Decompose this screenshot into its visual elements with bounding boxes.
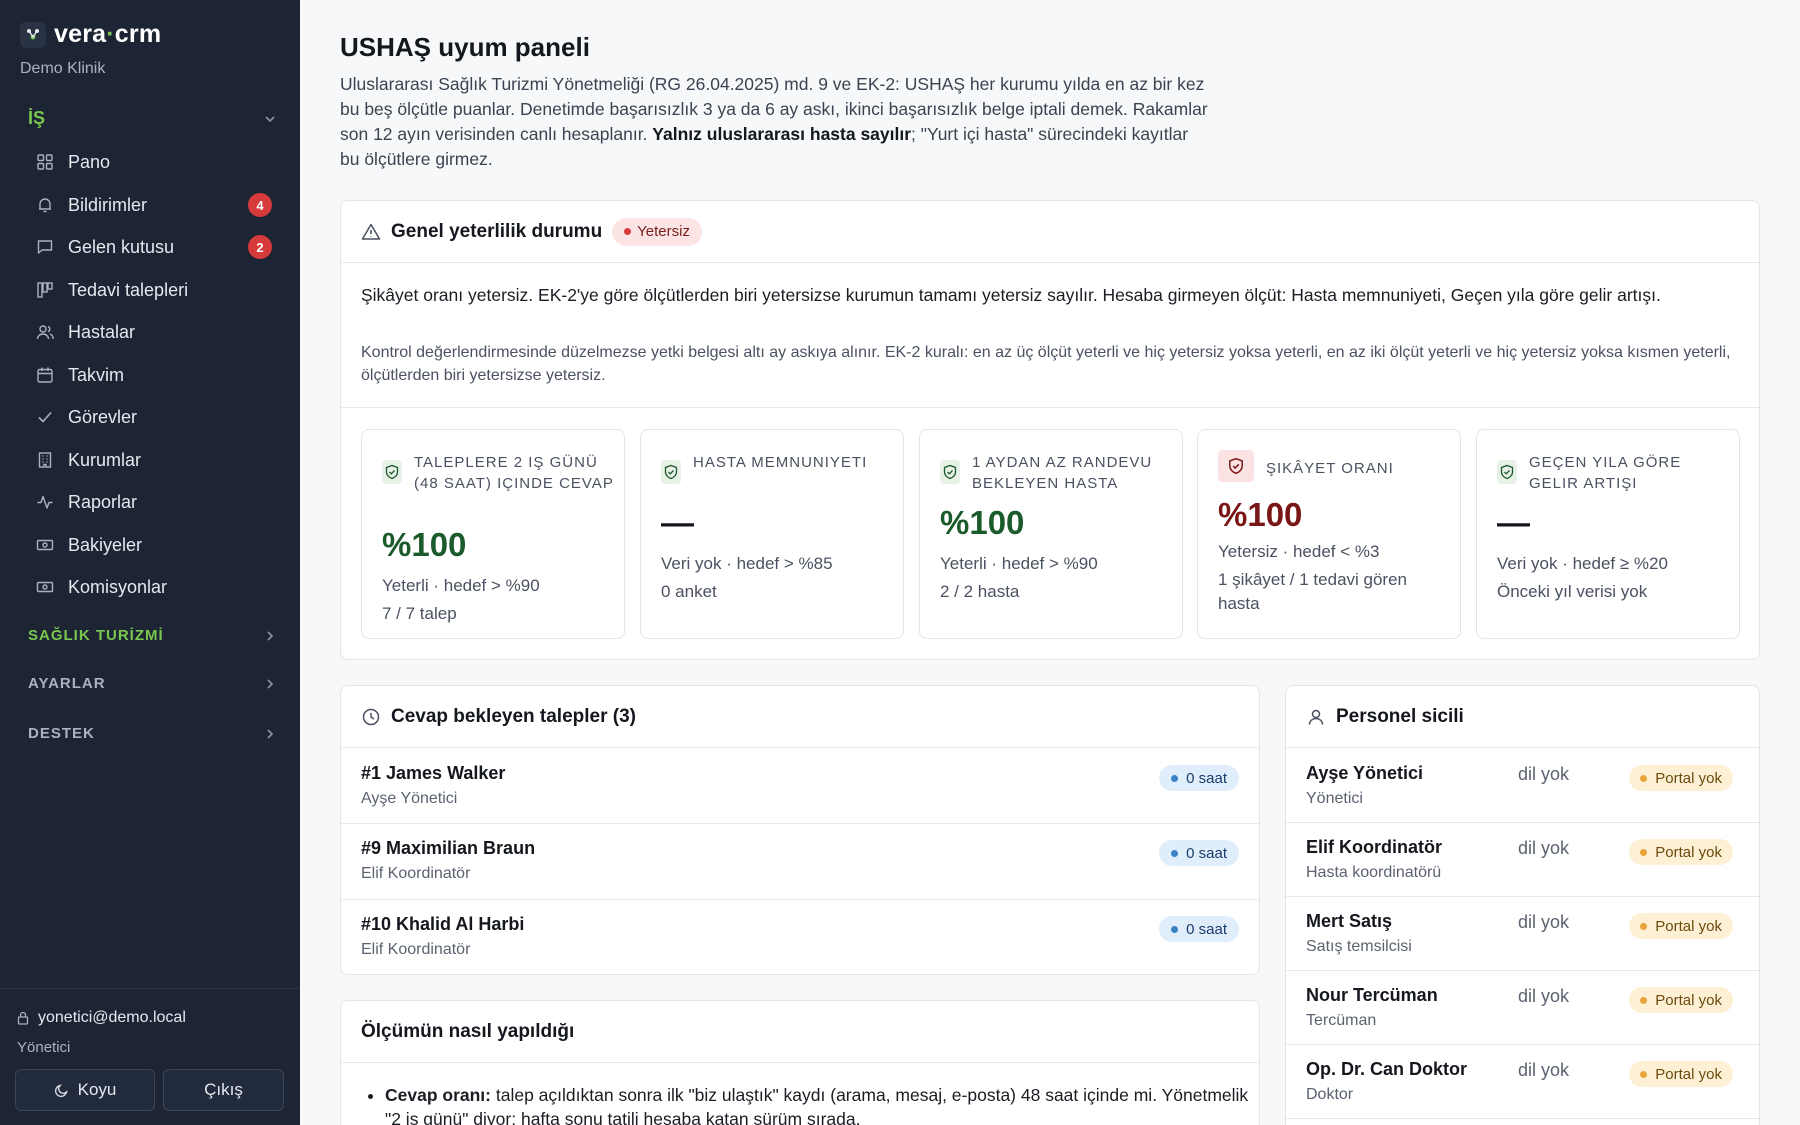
- logout-button[interactable]: Çıkış: [163, 1069, 284, 1111]
- method-card: Ölçümün nasıl yapıldığı Cevap oranı: tal…: [340, 1000, 1260, 1125]
- shield-check-icon: [382, 460, 402, 484]
- metric-card-appointment: 1 aydan az randevu bekleyen hasta %100 Y…: [919, 429, 1183, 639]
- chevron-right-icon: [267, 678, 274, 689]
- sidebar-item-tedavi-talepleri[interactable]: Tedavi talepleri: [28, 272, 276, 308]
- metric-card-satisfaction: Hasta memnuniyeti — Veri yok · hedef > %…: [640, 429, 904, 639]
- cash-icon: [36, 581, 54, 593]
- metric-value: —: [1497, 504, 1530, 541]
- staff-registry-card: Personel sicili Ayşe Yönetici Yönetici d…: [1285, 685, 1760, 1125]
- cash-icon: [36, 539, 54, 551]
- staff-row[interactable]: Op. Dr. Can Doktor Doktor dil yok Portal…: [1286, 1045, 1759, 1119]
- sidebar-item-raporlar[interactable]: Raporlar: [28, 484, 276, 520]
- calendar-icon: [37, 367, 53, 383]
- sidebar-item-takvim[interactable]: Takvim: [28, 357, 276, 393]
- sidebar-item-gorevler[interactable]: Görevler: [28, 399, 276, 435]
- metric-value: %100: [940, 504, 1025, 541]
- page-title: USHAŞ uyum paneli: [340, 32, 590, 62]
- warning-icon: [361, 223, 381, 240]
- building-icon: [38, 452, 52, 468]
- wait-time-badge: 0 saat: [1159, 916, 1239, 942]
- lock-icon: [17, 1011, 29, 1025]
- clock-icon: [362, 708, 380, 725]
- sidebar-footer: yonetici@demo.local Yönetici Koyu Çıkış: [0, 988, 300, 1125]
- portal-status-badge: Portal yok: [1629, 765, 1733, 791]
- brand-name: vera·crm: [54, 20, 162, 48]
- staff-row[interactable]: Nour Tercüman Tercüman dil yok Portal yo…: [1286, 971, 1759, 1045]
- brand[interactable]: vera·crm: [20, 20, 161, 49]
- shield-check-icon: [940, 460, 960, 484]
- status-card-header: Genel yeterlilik durumu Yetersiz: [341, 201, 1759, 263]
- sidebar-item-komisyonlar[interactable]: Komisyonlar: [28, 569, 276, 605]
- notification-count-badge: 4: [248, 193, 272, 217]
- pending-card-header: Cevap bekleyen talepler (3): [341, 686, 1259, 748]
- shield-check-icon: [1497, 460, 1517, 484]
- chevron-down-icon: [265, 115, 275, 122]
- portal-status-badge: Portal yok: [1629, 913, 1733, 939]
- status-main-text: Şikâyet oranı yetersiz. EK-2'ye göre ölç…: [361, 285, 1661, 305]
- logo-icon: [20, 21, 46, 48]
- pending-row[interactable]: #1 James Walker Ayşe Yönetici 0 saat: [341, 749, 1259, 824]
- moon-icon: [54, 1084, 68, 1098]
- pending-row[interactable]: #9 Maximilian Braun Elif Koordinatör 0 s…: [341, 824, 1259, 900]
- user-icon: [1308, 709, 1324, 725]
- portal-status-badge: Portal yok: [1629, 839, 1733, 865]
- divider: [341, 407, 1759, 408]
- group-ayarlar[interactable]: AYARLAR: [28, 675, 276, 692]
- chat-icon: [37, 240, 53, 254]
- group-saglik-turizmi[interactable]: SAĞLIK TURİZMİ: [28, 627, 276, 644]
- user-email: yonetici@demo.local: [16, 1009, 186, 1027]
- sidebar-item-pano[interactable]: Pano: [28, 144, 276, 180]
- pending-requests-card: Cevap bekleyen talepler (3) #1 James Wal…: [340, 685, 1260, 975]
- metric-value: —: [661, 504, 694, 541]
- main-content: USHAŞ uyum paneli Uluslararası Sağlık Tu…: [300, 0, 1800, 1125]
- users-icon: [36, 325, 54, 340]
- status-sub-text: Kontrol değerlendirmesinde düzelmezse ye…: [361, 344, 1731, 384]
- grid-icon: [37, 154, 53, 170]
- sidebar-item-bildirimler[interactable]: Bildirimler 4: [28, 187, 276, 223]
- sidebar-item-kurumlar[interactable]: Kurumlar: [28, 442, 276, 478]
- chevron-right-icon: [267, 728, 274, 739]
- staff-row[interactable]: Elif Koordinatör Hasta koordinatörü dil …: [1286, 823, 1759, 897]
- user-role: Yönetici: [17, 1039, 71, 1056]
- wait-time-badge: 0 saat: [1159, 840, 1239, 866]
- sidebar: vera·crm Demo Klinik İŞ Pano Bildirimler…: [0, 0, 300, 1125]
- check-icon: [38, 411, 52, 423]
- method-card-header: Ölçümün nasıl yapıldığı: [341, 1001, 1259, 1063]
- staff-card-header: Personel sicili: [1286, 686, 1759, 748]
- status-card: Genel yeterlilik durumu Yetersiz Şikâyet…: [340, 200, 1760, 660]
- metric-card-revenue: Geçen yıla göre gelir artışı — Veri yok …: [1476, 429, 1740, 639]
- brand-subtitle: Demo Klinik: [20, 60, 106, 77]
- metric-value: %100: [1218, 496, 1303, 533]
- portal-status-badge: Portal yok: [1629, 1061, 1733, 1087]
- wait-time-badge: 0 saat: [1159, 765, 1239, 791]
- group-destek[interactable]: DESTEK: [28, 725, 276, 742]
- staff-row[interactable]: Mert Satış Satış temsilcisi dil yok Port…: [1286, 897, 1759, 971]
- group-is[interactable]: İŞ: [28, 108, 276, 129]
- staff-row[interactable]: Ayşe Yönetici Yönetici dil yok Portal yo…: [1286, 749, 1759, 823]
- bell-icon: [39, 198, 51, 213]
- status-badge: Yetersiz: [612, 217, 702, 246]
- sidebar-item-gelen-kutusu[interactable]: Gelen kutusu 2: [28, 229, 276, 265]
- page-intro: Uluslararası Sağlık Turizmi Yönetmeliği …: [340, 74, 1208, 169]
- pending-row[interactable]: #10 Khalid Al Harbi Elif Koordinatör 0 s…: [341, 900, 1259, 975]
- metric-value: %100: [382, 526, 467, 563]
- metric-card-complaints: Şikâyet oranı %100 Yetersiz · hedef < %3…: [1197, 429, 1461, 639]
- sidebar-item-bakiyeler[interactable]: Bakiyeler: [28, 527, 276, 563]
- activity-icon: [37, 495, 53, 509]
- kanban-icon: [37, 282, 53, 298]
- shield-check-icon: [661, 460, 681, 484]
- shield-alert-icon: [1218, 450, 1254, 482]
- method-list: Cevap oranı: talep açıldıktan sonra ilk …: [385, 1083, 1265, 1125]
- sidebar-item-hastalar[interactable]: Hastalar: [28, 314, 276, 350]
- theme-toggle-button[interactable]: Koyu: [15, 1069, 155, 1111]
- portal-status-badge: Portal yok: [1629, 987, 1733, 1013]
- metric-card-response: Taleplere 2 iş günü (48 saat) içinde cev…: [361, 429, 625, 639]
- list-item: Cevap oranı: talep açıldıktan sonra ilk …: [385, 1083, 1265, 1125]
- chevron-right-icon: [267, 630, 274, 641]
- inbox-count-badge: 2: [248, 235, 272, 259]
